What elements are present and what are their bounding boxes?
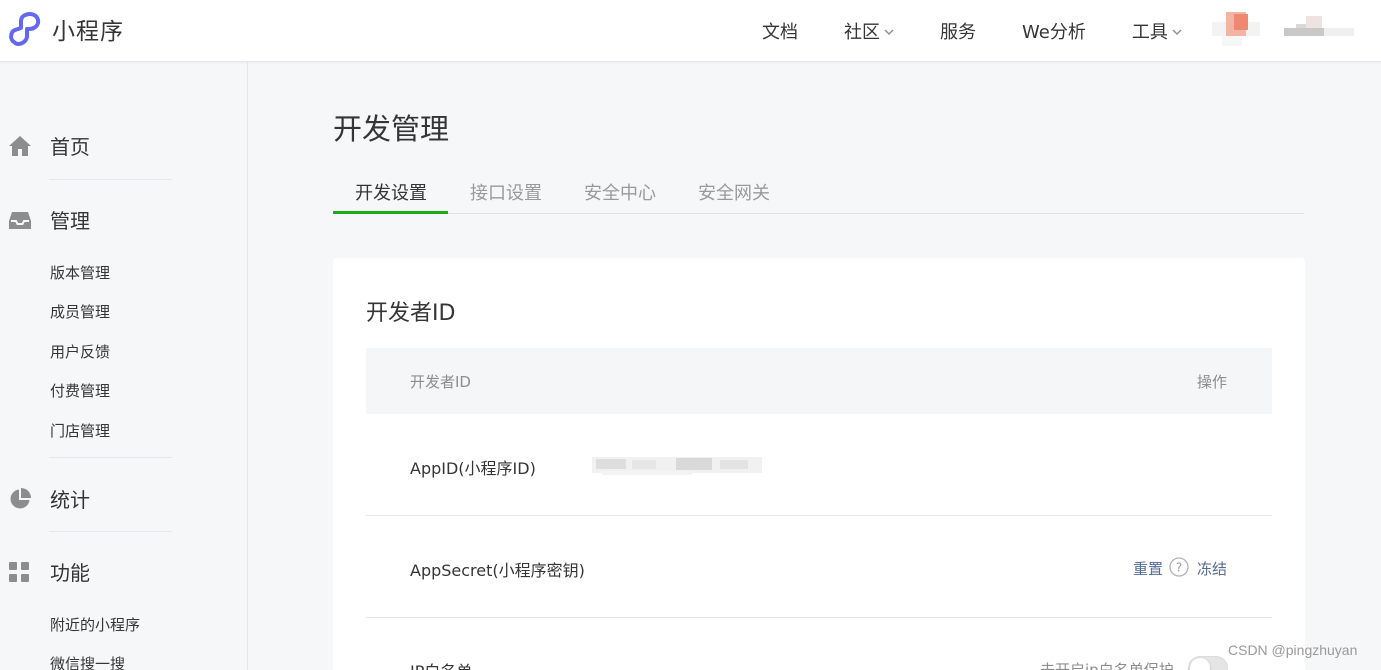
sidebar-item-wechat-search[interactable]: 微信搜一搜 bbox=[50, 653, 125, 670]
sidebar-home-label: 首页 bbox=[50, 135, 90, 159]
user-avatar[interactable] bbox=[1212, 12, 1260, 48]
sidebar-item-features[interactable]: 功能 bbox=[8, 557, 90, 586]
active-tab-indicator bbox=[333, 211, 448, 214]
card-title: 开发者ID bbox=[366, 301, 456, 326]
nav-docs[interactable]: 文档 bbox=[762, 18, 798, 44]
row-divider bbox=[366, 515, 1272, 516]
tab-security-center[interactable]: 安全中心 bbox=[584, 179, 656, 205]
nav-tools[interactable]: 工具 bbox=[1132, 18, 1182, 44]
appid-value-blurred bbox=[592, 457, 762, 475]
page-title: 开发管理 bbox=[333, 112, 450, 146]
developer-id-card: 开发者ID 开发者ID 操作 AppID(小程序ID) AppSecret(小程… bbox=[333, 258, 1305, 670]
ip-whitelist-status: 未开启ip白名单保护 bbox=[1040, 661, 1174, 670]
sidebar-features-label: 功能 bbox=[50, 561, 90, 585]
top-nav: 文档 社区 服务 We分析 工具 bbox=[762, 0, 1228, 62]
sidebar-divider bbox=[49, 179, 172, 180]
nav-docs-label: 文档 bbox=[762, 22, 798, 43]
chevron-down-icon bbox=[1172, 29, 1182, 35]
miniprogram-logo-icon bbox=[9, 12, 41, 46]
tab-bar: 开发设置 接口设置 安全中心 安全网关 bbox=[333, 168, 1304, 214]
sidebar-item-members[interactable]: 成员管理 bbox=[50, 301, 110, 322]
svg-text:?: ? bbox=[1176, 561, 1182, 575]
nav-services-label: 服务 bbox=[940, 22, 976, 43]
grid-icon bbox=[9, 561, 29, 582]
nav-services[interactable]: 服务 bbox=[940, 18, 976, 44]
sidebar: 首页 管理 版本管理 成员管理 用户反馈 付费管理 门店管理 统计 功能 附近的… bbox=[0, 62, 248, 670]
pie-chart-icon bbox=[10, 487, 31, 508]
sidebar-item-nearby[interactable]: 附近的小程序 bbox=[50, 614, 140, 635]
freeze-link[interactable]: 冻结 bbox=[1197, 558, 1227, 579]
sidebar-divider bbox=[49, 457, 172, 458]
brand-title: 小程序 bbox=[52, 19, 124, 45]
help-icon[interactable]: ? bbox=[1169, 557, 1189, 577]
sidebar-item-manage[interactable]: 管理 bbox=[8, 205, 90, 234]
sidebar-stats-label: 统计 bbox=[50, 488, 90, 512]
sidebar-item-home[interactable]: 首页 bbox=[8, 131, 90, 160]
nav-we-analytics[interactable]: We分析 bbox=[1022, 18, 1086, 44]
chevron-down-icon bbox=[884, 29, 894, 35]
appsecret-label: AppSecret(小程序密钥) bbox=[410, 561, 585, 580]
column-header-developer-id: 开发者ID bbox=[410, 373, 471, 391]
sidebar-item-stats[interactable]: 统计 bbox=[8, 484, 90, 513]
sidebar-divider bbox=[49, 531, 172, 532]
inbox-icon bbox=[9, 211, 31, 229]
nav-community-label: 社区 bbox=[844, 22, 880, 43]
sidebar-item-stores[interactable]: 门店管理 bbox=[50, 420, 110, 441]
brand-logo[interactable]: 小程序 bbox=[8, 12, 124, 46]
table-header: 开发者ID 操作 bbox=[366, 348, 1272, 414]
sidebar-item-payment[interactable]: 付费管理 bbox=[50, 380, 110, 401]
home-icon bbox=[9, 135, 31, 156]
nav-community[interactable]: 社区 bbox=[844, 18, 894, 44]
sidebar-item-version[interactable]: 版本管理 bbox=[50, 262, 110, 283]
row-divider bbox=[366, 617, 1272, 618]
tab-security-gateway[interactable]: 安全网关 bbox=[698, 179, 770, 205]
nav-tools-label: 工具 bbox=[1131, 22, 1168, 43]
sidebar-manage-label: 管理 bbox=[50, 209, 90, 233]
username-blurred[interactable] bbox=[1280, 14, 1360, 44]
tab-dev-settings[interactable]: 开发设置 bbox=[355, 179, 427, 205]
nav-we-analytics-label: We分析 bbox=[1022, 22, 1086, 43]
watermark-text: CSDN @pingzhuyan bbox=[1228, 642, 1358, 658]
toggle-knob bbox=[1190, 658, 1210, 670]
ip-whitelist-toggle[interactable] bbox=[1188, 656, 1228, 670]
ip-whitelist-label: IP白名单 bbox=[410, 658, 472, 670]
appid-label: AppID(小程序ID) bbox=[410, 459, 536, 478]
top-bar: 小程序 文档 社区 服务 We分析 工具 bbox=[0, 0, 1381, 62]
sidebar-item-feedback[interactable]: 用户反馈 bbox=[50, 341, 110, 362]
reset-link[interactable]: 重置 bbox=[1133, 558, 1163, 579]
column-header-actions: 操作 bbox=[1197, 373, 1228, 391]
tab-api-settings[interactable]: 接口设置 bbox=[470, 179, 542, 205]
